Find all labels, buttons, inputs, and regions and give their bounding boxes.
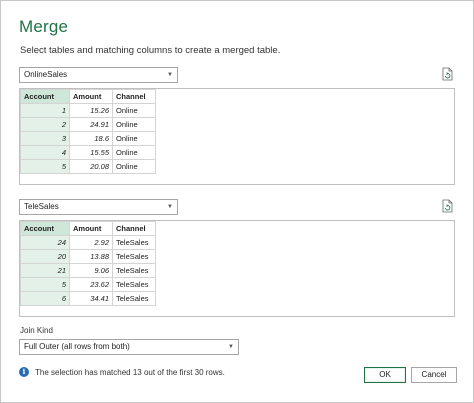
table-row: 5 20.08 Online — [20, 159, 156, 174]
chevron-down-icon: ▼ — [167, 72, 173, 78]
table-row: 20 13.88 TeleSales — [20, 249, 156, 264]
cell-account: 21 — [20, 263, 70, 278]
cell-channel: TeleSales — [112, 277, 156, 292]
cell-account: 5 — [20, 159, 70, 174]
column-header-channel[interactable]: Channel — [112, 221, 156, 236]
chevron-down-icon: ▼ — [228, 344, 234, 350]
cell-amount: 23.62 — [69, 277, 113, 292]
join-kind-selected-value: Full Outer (all rows from both) — [24, 342, 130, 351]
cell-account: 1 — [20, 103, 70, 118]
cell-channel: TeleSales — [112, 235, 156, 250]
cell-amount: 15.26 — [69, 103, 113, 118]
cell-channel: Online — [112, 145, 156, 160]
table-row: 21 9.06 TeleSales — [20, 263, 156, 278]
dialog-title: Merge — [19, 17, 69, 36]
refresh-preview-icon[interactable] — [442, 67, 454, 81]
first-table-dropdown[interactable]: OnlineSales ▼ — [19, 67, 178, 83]
column-header-amount[interactable]: Amount — [69, 89, 113, 104]
cell-amount: 18.6 — [69, 131, 113, 146]
cell-account: 5 — [20, 277, 70, 292]
ok-button[interactable]: OK — [364, 367, 406, 383]
info-icon: i — [19, 367, 29, 377]
first-table-grid: Account Amount Channel 1 15.26 Online 2 … — [20, 89, 156, 174]
cell-channel: Online — [112, 131, 156, 146]
merge-dialog: Merge Select tables and matching columns… — [0, 0, 474, 403]
join-kind-dropdown[interactable]: Full Outer (all rows from both) ▼ — [19, 339, 239, 355]
table-row: 24 2.92 TeleSales — [20, 235, 156, 250]
cell-account: 6 — [20, 291, 70, 306]
cell-channel: Online — [112, 117, 156, 132]
join-kind-label: Join Kind — [20, 326, 53, 335]
first-table-preview: Account Amount Channel 1 15.26 Online 2 … — [19, 88, 455, 185]
table-header-row: Account Amount Channel — [20, 221, 156, 236]
cell-channel: Online — [112, 103, 156, 118]
second-table-selected-value: TeleSales — [24, 202, 59, 211]
table-row: 6 34.41 TeleSales — [20, 291, 156, 306]
dialog-subtitle: Select tables and matching columns to cr… — [20, 45, 281, 56]
match-status: i The selection has matched 13 out of th… — [19, 367, 225, 377]
column-header-account[interactable]: Account — [20, 221, 70, 236]
chevron-down-icon: ▼ — [167, 204, 173, 210]
cell-amount: 34.41 — [69, 291, 113, 306]
column-header-amount[interactable]: Amount — [69, 221, 113, 236]
cancel-button[interactable]: Cancel — [411, 367, 457, 383]
column-header-account[interactable]: Account — [20, 89, 70, 104]
cell-amount: 9.06 — [69, 263, 113, 278]
cell-channel: TeleSales — [112, 291, 156, 306]
table-row: 3 18.6 Online — [20, 131, 156, 146]
cell-account: 3 — [20, 131, 70, 146]
match-status-text: The selection has matched 13 out of the … — [35, 367, 225, 377]
cell-account: 2 — [20, 117, 70, 132]
cell-amount: 24.91 — [69, 117, 113, 132]
cell-account: 4 — [20, 145, 70, 160]
table-row: 1 15.26 Online — [20, 103, 156, 118]
cell-amount: 15.55 — [69, 145, 113, 160]
first-table-selected-value: OnlineSales — [24, 70, 68, 79]
second-table-dropdown[interactable]: TeleSales ▼ — [19, 199, 178, 215]
cell-channel: TeleSales — [112, 249, 156, 264]
cell-channel: TeleSales — [112, 263, 156, 278]
refresh-preview-icon[interactable] — [442, 199, 454, 213]
cell-amount: 13.88 — [69, 249, 113, 264]
cell-channel: Online — [112, 159, 156, 174]
second-table-preview: Account Amount Channel 24 2.92 TeleSales… — [19, 220, 455, 317]
table-row: 2 24.91 Online — [20, 117, 156, 132]
second-table-grid: Account Amount Channel 24 2.92 TeleSales… — [20, 221, 156, 306]
table-row: 4 15.55 Online — [20, 145, 156, 160]
table-header-row: Account Amount Channel — [20, 89, 156, 104]
column-header-channel[interactable]: Channel — [112, 89, 156, 104]
cell-account: 24 — [20, 235, 70, 250]
table-row: 5 23.62 TeleSales — [20, 277, 156, 292]
cell-amount: 2.92 — [69, 235, 113, 250]
cell-account: 20 — [20, 249, 70, 264]
cell-amount: 20.08 — [69, 159, 113, 174]
